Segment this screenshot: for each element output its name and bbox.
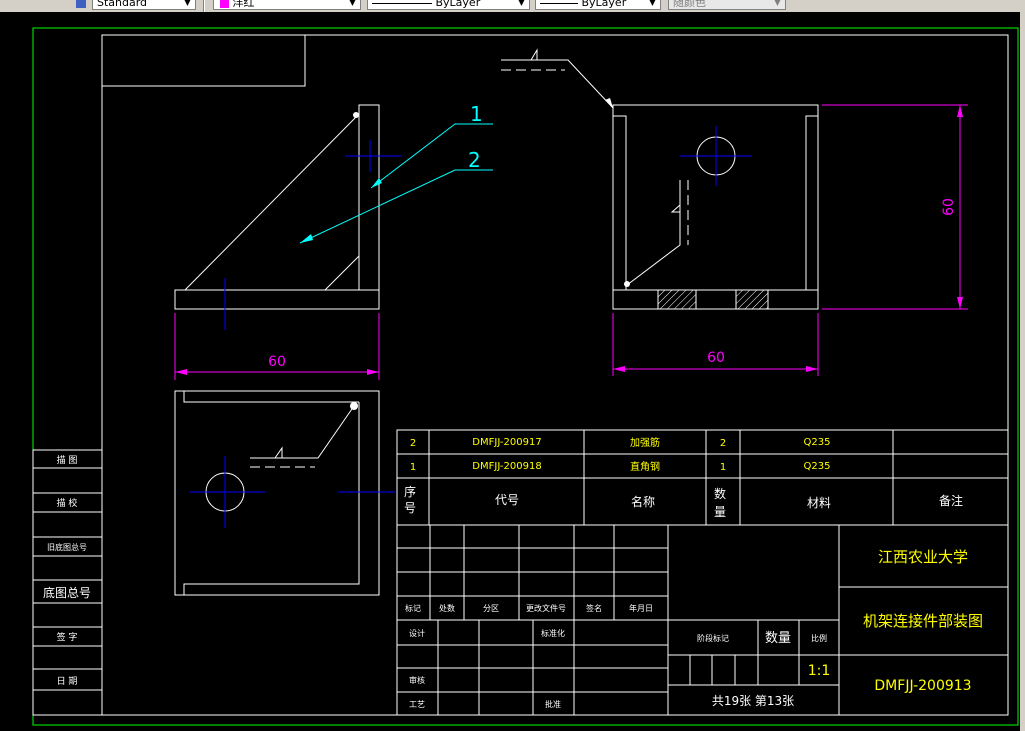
designer-label: 设计	[409, 628, 425, 638]
process-label: 工艺	[409, 700, 425, 709]
properties-toolbar: Standard ▼ 洋红 ▼ ByLayer ▼ ByLayer ▼ 随颜色 …	[0, 0, 1025, 12]
rev-header: 更改文件号	[526, 603, 566, 613]
color-swatch	[220, 0, 229, 8]
review-label: 审核	[409, 675, 425, 685]
bom-header-qty: 数	[714, 486, 726, 501]
scale-value: 1:1	[808, 663, 831, 679]
bom-row-no: 1	[410, 462, 416, 473]
drawing-number: DMFJJ-200913	[874, 678, 971, 694]
lineweight-dropdown[interactable]: ByLayer ▼	[535, 0, 661, 10]
leader-arrow-2	[300, 234, 313, 243]
chevron-down-icon: ▼	[774, 0, 781, 7]
weld-hatch-right	[735, 289, 769, 310]
lineweight-sample	[540, 2, 578, 4]
balloon-1: 1	[470, 102, 483, 126]
side-width-dim-text: 60	[707, 350, 725, 366]
linetype-dropdown[interactable]: ByLayer ▼	[367, 0, 530, 10]
textstyle-value: Standard	[97, 0, 148, 9]
scale-label: 比例	[811, 633, 827, 643]
dim-arrow	[613, 366, 625, 372]
bom-header-no: 序	[404, 484, 416, 499]
bom-row-code: DMFJJ-200917	[472, 437, 541, 448]
bom-header-material: 材料	[807, 496, 831, 510]
bom-header-code: 代号	[495, 493, 519, 507]
drawing-title: 机架连接件部装图	[863, 612, 983, 630]
std-label: 标准化	[541, 628, 565, 638]
weld-dot	[353, 112, 359, 118]
side-column	[32, 449, 103, 716]
bom-header-remark: 备注	[939, 493, 963, 508]
weld-symbol-top	[501, 48, 614, 109]
weld-hatch-left	[657, 289, 697, 310]
bom-row-material: Q235	[804, 437, 831, 448]
drawing-canvas[interactable]: 描 图 描 校 旧底图总号 底图总号 签 字 日 期 1 2 60 60 60 …	[0, 12, 1025, 731]
chevron-down-icon: ▼	[649, 0, 656, 7]
chevron-down-icon: ▼	[184, 0, 191, 7]
rev-header: 分区	[483, 604, 499, 613]
bom-row-qty: 2	[720, 438, 726, 449]
weld-symbol-top-view	[250, 405, 355, 468]
bom-row-name: 直角钢	[630, 460, 660, 473]
bom-header-qty: 量	[714, 505, 726, 519]
side-label-trace: 描 图	[57, 454, 78, 466]
bom-row-material: Q235	[804, 461, 831, 472]
dim-arrow	[175, 369, 187, 375]
dim-arrow	[806, 366, 818, 372]
corner-stamp-box	[101, 34, 306, 87]
chevron-down-icon: ▼	[518, 0, 525, 7]
dim-arrow	[957, 297, 963, 309]
rev-header: 标记	[405, 603, 421, 613]
front-view	[174, 104, 380, 310]
front-dim-text: 60	[268, 354, 286, 370]
chevron-down-icon: ▼	[349, 0, 356, 7]
side-label-old-number: 旧底图总号	[47, 542, 87, 552]
textstyle-icon	[76, 0, 86, 8]
balloon-2: 2	[468, 148, 481, 172]
rev-header: 签名	[586, 603, 602, 613]
school-name: 江西农业大学	[878, 548, 968, 566]
toolbar-separator	[203, 0, 205, 12]
bom-row-name: 加强筋	[630, 436, 660, 449]
color-dropdown[interactable]: 洋红 ▼	[213, 0, 361, 10]
vertical-scrollbar[interactable]	[1020, 12, 1025, 731]
textstyle-dropdown[interactable]: Standard ▼	[92, 0, 196, 10]
leader-arrow	[605, 98, 613, 108]
dim-arrow	[367, 369, 379, 375]
side-centerlines	[680, 126, 752, 186]
lineweight-value: ByLayer	[581, 0, 627, 9]
linetype-sample	[372, 2, 432, 4]
approve-label: 批准	[545, 699, 561, 709]
leader-arrow-1	[371, 178, 382, 188]
bom-header-name: 名称	[631, 494, 655, 509]
weld-dot	[624, 281, 630, 287]
color-value: 洋红	[232, 0, 255, 9]
stage-label: 阶段标记	[697, 633, 729, 643]
side-label-date: 日 期	[57, 676, 78, 687]
side-label-check: 描 校	[57, 497, 78, 509]
bom-header-no: 号	[404, 501, 416, 515]
bom-row-code: DMFJJ-200918	[472, 461, 541, 472]
bom-row-no: 2	[410, 438, 416, 449]
side-label-base-number: 底图总号	[43, 585, 91, 600]
rev-header: 年月日	[629, 603, 653, 613]
sheet-count: 共19张 第13张	[712, 694, 794, 708]
linetype-value: ByLayer	[435, 0, 481, 9]
side-label-sign: 签 字	[57, 631, 78, 643]
plotstyle-dropdown[interactable]: 随颜色 ▼	[668, 0, 786, 10]
bom-row-qty: 1	[720, 462, 726, 473]
balloon-leaders	[299, 123, 493, 244]
weld-symbol-inner	[626, 180, 689, 286]
plotstyle-value: 随颜色	[673, 0, 706, 9]
side-width-dimension	[612, 313, 819, 376]
top-centerlines	[190, 456, 395, 528]
front-centerlines	[224, 140, 402, 330]
dim-arrow	[957, 105, 963, 117]
side-height-dim-text: 60	[941, 198, 957, 216]
rev-header: 处数	[439, 603, 455, 613]
qty-label: 数量	[765, 631, 791, 646]
